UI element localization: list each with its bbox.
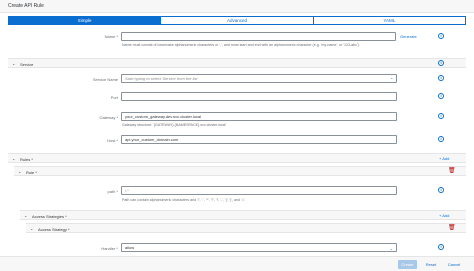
service-name-label: Service Name — [92, 77, 118, 82]
name-label: Name * — [104, 34, 118, 39]
rule-section-title: Rule * — [26, 169, 37, 175]
delete-rule-icon[interactable]: 🗑 — [448, 167, 456, 174]
name-input[interactable] — [121, 32, 396, 41]
add-access-strategy-label: Add — [442, 213, 450, 218]
handler-select[interactable]: allow ⌄ — [121, 243, 397, 252]
gateway-input[interactable]: your_custom_gateway.dev.svc.cluster.loca… — [121, 112, 397, 121]
rules-section-title: Rules * — [20, 156, 33, 162]
create-button[interactable]: Create — [398, 260, 417, 269]
host-input[interactable]: api.your_custom_domain.com — [121, 135, 397, 144]
mode-tabs: Simple Advanced YAML — [8, 16, 466, 25]
host-label: Host * — [107, 138, 118, 143]
gateway-info-icon[interactable]: i — [438, 113, 444, 119]
host-info-icon[interactable]: i — [438, 136, 444, 142]
generate-name-button[interactable]: Generate — [400, 34, 417, 39]
dialog-footer: Create Reset Cancel — [0, 256, 474, 271]
rules-section-header[interactable]: ⌄ Rules * — [8, 153, 466, 163]
chevron-down-icon: ⌄ — [12, 156, 16, 161]
delete-access-strategy-icon[interactable]: 🗑 — [448, 224, 456, 231]
chevron-down-icon: ⌄ — [389, 246, 393, 251]
port-label: Port — [110, 95, 118, 100]
dialog-title: Create API Rule — [8, 3, 44, 9]
gateway-hint: Gateway structure: '{GATEWAY}.{NAMESPACE… — [122, 123, 227, 127]
rule-section-header[interactable]: ⌄ Rule * — [14, 166, 466, 176]
chevron-down-icon: ⌄ — [18, 169, 22, 174]
cancel-button[interactable]: Cancel — [442, 260, 466, 269]
path-label: path * — [107, 189, 118, 194]
tab-yaml[interactable]: YAML — [313, 17, 465, 24]
handler-label: Handler * — [101, 246, 118, 251]
name-info-icon[interactable]: i — [438, 33, 444, 39]
gateway-label: Gateway * — [99, 115, 118, 120]
access-strategies-section-header[interactable]: ⌄ Access Strategies * — [20, 210, 466, 220]
port-info-icon[interactable]: i — [438, 93, 444, 99]
tab-advanced[interactable]: Advanced — [161, 17, 314, 24]
service-info-icon[interactable]: i — [438, 60, 444, 66]
access-strategies-title: Access Strategies * — [32, 213, 67, 219]
chevron-down-icon[interactable]: ⌄ — [390, 75, 393, 80]
access-strategy-title: Access Strategy * — [38, 226, 70, 232]
add-access-strategy-button[interactable]: + Add — [439, 213, 449, 218]
chevron-down-icon: ⌄ — [24, 213, 28, 218]
path-info-icon[interactable]: i — [438, 187, 444, 193]
service-section-header[interactable]: ⌄ Service — [8, 58, 466, 68]
service-section-title: Service — [20, 61, 34, 67]
chevron-down-icon: ⌄ — [12, 61, 16, 66]
path-input[interactable]: /.* — [121, 186, 397, 195]
name-hint: Name must consist of lowercase alphanume… — [122, 43, 360, 47]
reset-button[interactable]: Reset — [422, 260, 440, 269]
handler-value: allow — [125, 245, 135, 250]
service-name-info-icon[interactable]: i — [438, 75, 444, 81]
tab-simple[interactable]: Simple — [9, 17, 162, 24]
path-hint: Path can contain alphanumeric characters… — [122, 198, 246, 202]
port-input[interactable] — [121, 92, 397, 101]
service-name-combobox[interactable]: Start typing to select Service from the … — [121, 74, 397, 83]
access-strategy-section-header[interactable]: ⌄ Access Strategy * — [26, 223, 466, 233]
add-rule-label: Add — [442, 156, 450, 161]
chevron-down-icon: ⌄ — [30, 226, 34, 231]
add-rule-button[interactable]: + Add — [439, 156, 449, 161]
dialog-title-bar: Create API Rule — [0, 0, 474, 13]
handler-info-icon[interactable]: i — [438, 244, 444, 250]
